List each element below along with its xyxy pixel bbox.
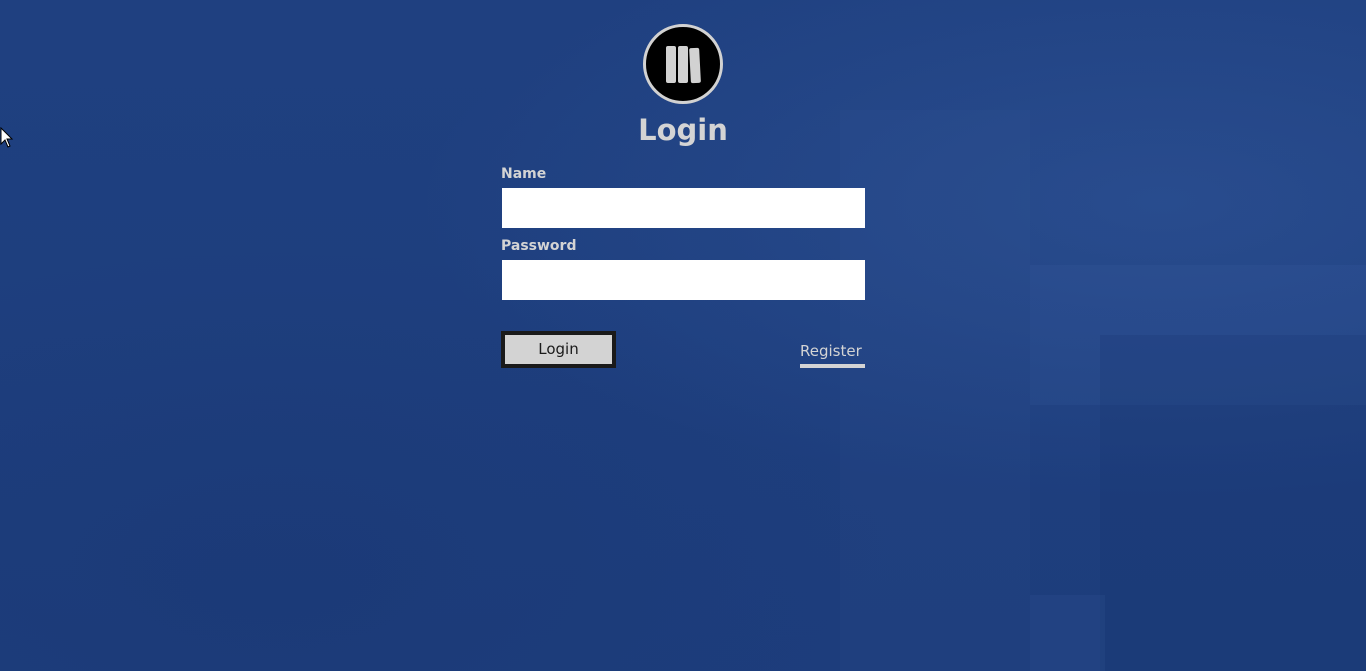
- books-icon: [666, 46, 701, 84]
- password-label: Password: [501, 238, 577, 254]
- login-button[interactable]: Login: [501, 331, 616, 368]
- mouse-cursor-icon: [0, 127, 14, 148]
- register-link[interactable]: Register: [800, 340, 865, 368]
- background-panel: [1100, 335, 1366, 671]
- name-label: Name: [501, 166, 547, 182]
- name-field[interactable]: [502, 188, 865, 228]
- background-panel: [1030, 265, 1366, 405]
- background-panel: [840, 110, 1030, 671]
- background-panel: [1030, 595, 1105, 671]
- page-title: Login: [638, 113, 728, 147]
- logo: [643, 24, 723, 104]
- password-field[interactable]: [502, 260, 865, 300]
